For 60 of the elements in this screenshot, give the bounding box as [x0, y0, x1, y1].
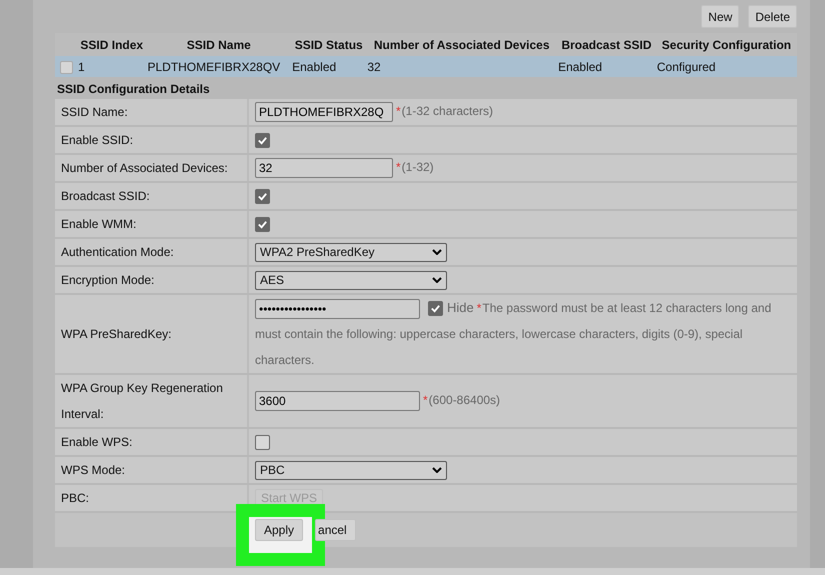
required-mark: * [476, 301, 482, 315]
column-header: SSID Name [146, 33, 292, 56]
text-field[interactable]: PLDTHOMEFIBRX28Q [255, 102, 393, 122]
field-label: SSID Name: [61, 105, 128, 119]
field-label: Enable WPS: [61, 435, 132, 449]
table-cell: Enabled [291, 56, 366, 77]
cancel-button[interactable]: ancel [315, 519, 356, 541]
table-cell: 32 [366, 56, 558, 77]
column-header: SSID Index [77, 33, 146, 56]
caret-icon [432, 249, 442, 255]
checkbox[interactable] [255, 216, 270, 232]
table-cell: Enabled [557, 56, 656, 77]
field-label: Encryption Mode: [61, 273, 154, 287]
row-checkbox[interactable] [60, 60, 73, 74]
checkmark-icon [257, 134, 268, 146]
toolbar-button[interactable]: New [701, 5, 740, 28]
checkmark-icon [257, 190, 268, 202]
caret-icon [432, 467, 442, 473]
column-header: SSID Status [291, 33, 366, 56]
checkbox[interactable] [255, 188, 270, 204]
hint-text: The password must be at least 12 characters long and [482, 301, 772, 315]
checkbox[interactable] [255, 132, 270, 148]
table-cell: PLDTHOMEFIBRX28QV [146, 56, 292, 77]
field-label: Authentication Mode: [61, 245, 174, 259]
hint-text: (600-86400s) [428, 393, 500, 408]
text-field[interactable]: 32 [255, 158, 393, 178]
checkbox[interactable] [255, 434, 270, 450]
table-cell: 1 [77, 56, 146, 77]
field-label: WPA Group Key Regeneration Interval: [61, 381, 223, 421]
hint-text: must contain the following: uppercase characters, lowercase characters, digits (0-9), special characters. [255, 326, 744, 369]
dropdown[interactable]: PBC [255, 460, 447, 480]
text-field[interactable]: 3600 [255, 391, 420, 411]
password-field[interactable]: •••••••••••••••• [255, 298, 420, 319]
column-header: Number of Associated Devices [366, 33, 558, 56]
toolbar-button[interactable]: Delete [748, 5, 797, 28]
field-label: PBC: [61, 491, 90, 505]
section-title: SSID Configuration Details [56, 81, 211, 98]
column-header: Broadcast SSID [557, 33, 656, 56]
checkmark-icon [257, 218, 268, 230]
field-label: WPA PreSharedKey: [61, 327, 172, 341]
hint-text: (1-32 characters) [402, 104, 494, 118]
caret-icon [432, 277, 442, 283]
checkbox[interactable] [428, 301, 443, 316]
required-mark: * [396, 104, 401, 118]
required-mark: * [396, 160, 401, 174]
dropdown[interactable]: WPA2 PreSharedKey [255, 242, 447, 262]
apply-button[interactable]: Apply [255, 519, 304, 541]
column-header: Security Configuration [656, 33, 797, 56]
checkbox-label: Hide [447, 300, 474, 315]
hint-text: (1-32) [402, 160, 434, 174]
table-cell: Configured [656, 56, 797, 77]
field-label: Enable SSID: [61, 133, 134, 147]
dropdown[interactable]: AES [255, 270, 447, 290]
required-mark: * [423, 393, 428, 408]
table-row[interactable]: 1 PLDTHOMEFIBRX28QV Enabled 32 Enabled Configured [55, 56, 797, 77]
field-label: Broadcast SSID: [61, 189, 150, 203]
field-label: Number of Associated Devices: [61, 161, 228, 175]
checkmark-icon [430, 303, 441, 314]
field-label: WPS Mode: [61, 463, 126, 477]
field-label: Enable WMM: [61, 217, 136, 231]
